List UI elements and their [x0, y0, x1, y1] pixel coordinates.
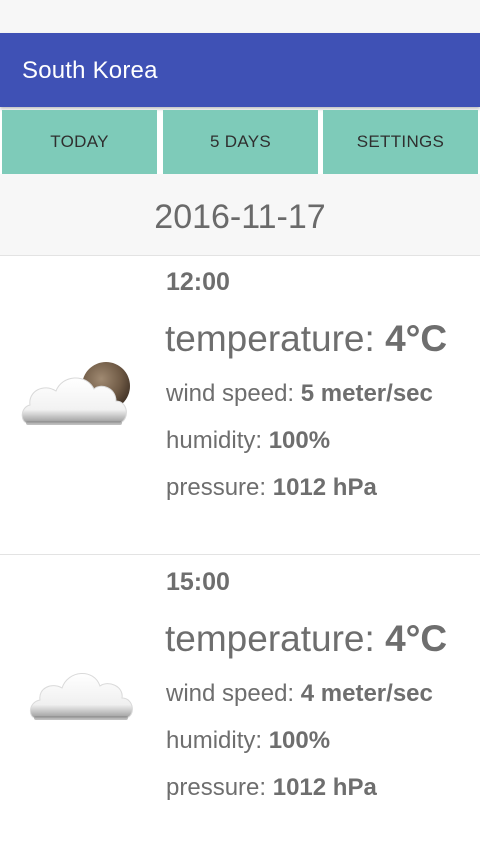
pressure-row: pressure: 1012 hPa	[166, 774, 377, 802]
pressure-row: pressure: 1012 hPa	[166, 474, 377, 502]
temperature-row: temperature: 4°C	[165, 618, 447, 660]
pressure-label: pressure:	[166, 774, 273, 801]
app-bar: South Korea	[0, 33, 480, 107]
wind-speed-label: wind speed:	[166, 680, 301, 707]
tab-5-days[interactable]: 5 DAYS	[163, 110, 318, 174]
humidity-row: humidity: 100%	[166, 427, 330, 455]
temperature-value: 4°C	[385, 618, 448, 659]
tab-today[interactable]: TODAY	[2, 110, 157, 174]
humidity-label: humidity:	[166, 727, 269, 754]
temperature-label: temperature:	[165, 618, 386, 659]
pressure-value: 1012 hPa	[272, 474, 377, 501]
wind-speed-value: 5 meter/sec	[300, 380, 433, 407]
date-header: 2016-11-17	[0, 174, 480, 256]
app-title: South Korea	[22, 57, 158, 84]
humidity-row: humidity: 100%	[166, 727, 330, 755]
forecast-time: 15:00	[166, 568, 230, 596]
wind-speed-label: wind speed:	[166, 380, 301, 407]
forecast-item: 12:00 temperature: 4°C wind speed: 5 met…	[0, 256, 480, 555]
temperature-label: temperature:	[165, 318, 386, 359]
pressure-label: pressure:	[166, 474, 273, 501]
wind-speed-value: 4 meter/sec	[300, 680, 433, 707]
tab-bar: TODAY 5 DAYS SETTINGS	[0, 110, 480, 174]
forecast-date: 2016-11-17	[154, 198, 326, 236]
cloud-icon	[30, 673, 133, 720]
wind-speed-row: wind speed: 4 meter/sec	[166, 680, 433, 708]
temperature-row: temperature: 4°C	[165, 318, 447, 360]
forecast-time: 12:00	[166, 268, 230, 296]
humidity-label: humidity:	[166, 427, 269, 454]
cloud-with-dark-moon-icon	[21, 362, 130, 425]
status-bar	[0, 0, 480, 33]
temperature-value: 4°C	[385, 318, 448, 359]
tab-settings[interactable]: SETTINGS	[323, 110, 478, 174]
humidity-value: 100%	[268, 427, 331, 454]
wind-speed-row: wind speed: 5 meter/sec	[166, 380, 433, 408]
pressure-value: 1012 hPa	[272, 774, 377, 801]
forecast-item: 15:00 temperature: 4°C wind speed: 4 met…	[0, 556, 480, 854]
humidity-value: 100%	[268, 727, 331, 754]
